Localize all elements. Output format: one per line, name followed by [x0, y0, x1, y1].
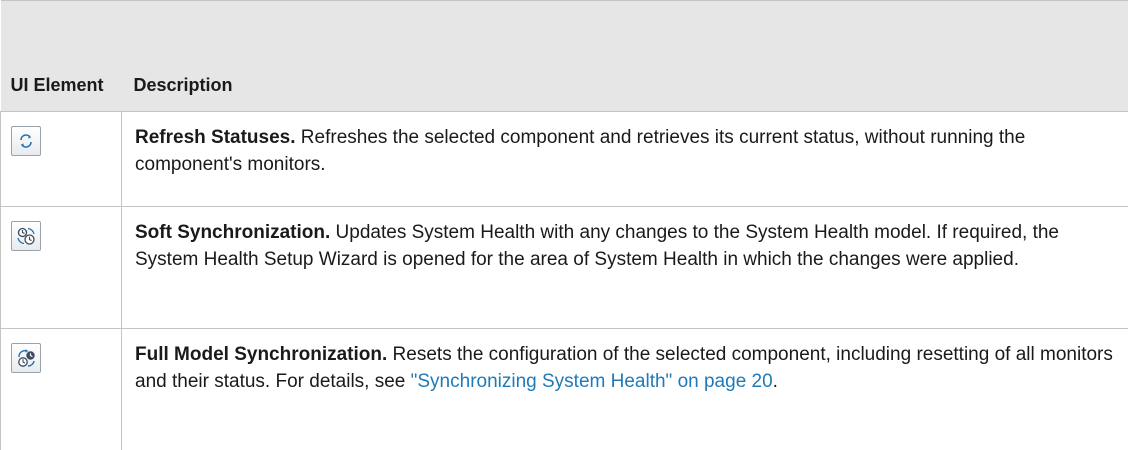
row-title: Soft Synchronization. [135, 222, 330, 243]
ui-element-cell [1, 112, 122, 207]
description-cell: Refresh Statuses. Refreshes the selected… [122, 112, 1128, 207]
row-text-end: . [773, 371, 778, 392]
ui-element-cell [1, 329, 122, 450]
full-model-synchronization-icon[interactable] [11, 343, 41, 373]
description-cell: Full Model Synchronization. Resets the c… [122, 329, 1128, 450]
ui-elements-table: UI Element Description Refresh Statuses.… [0, 0, 1128, 450]
description-cell: Soft Synchronization. Updates System Hea… [122, 207, 1128, 329]
soft-synchronization-icon[interactable] [11, 221, 41, 251]
refresh-statuses-icon[interactable] [11, 126, 41, 156]
row-title: Full Model Synchronization. [135, 344, 387, 365]
table-row: Refresh Statuses. Refreshes the selected… [1, 112, 1128, 207]
row-title: Refresh Statuses. [135, 127, 296, 148]
synchronizing-system-health-link[interactable]: "Synchronizing System Health" on page 20 [411, 371, 773, 392]
table-header-row: UI Element Description [1, 1, 1128, 112]
table-row: Soft Synchronization. Updates System Hea… [1, 207, 1128, 329]
column-header-description: Description [122, 1, 1128, 112]
column-header-ui-element: UI Element [1, 1, 122, 112]
ui-element-cell [1, 207, 122, 329]
table-row: Full Model Synchronization. Resets the c… [1, 329, 1128, 450]
